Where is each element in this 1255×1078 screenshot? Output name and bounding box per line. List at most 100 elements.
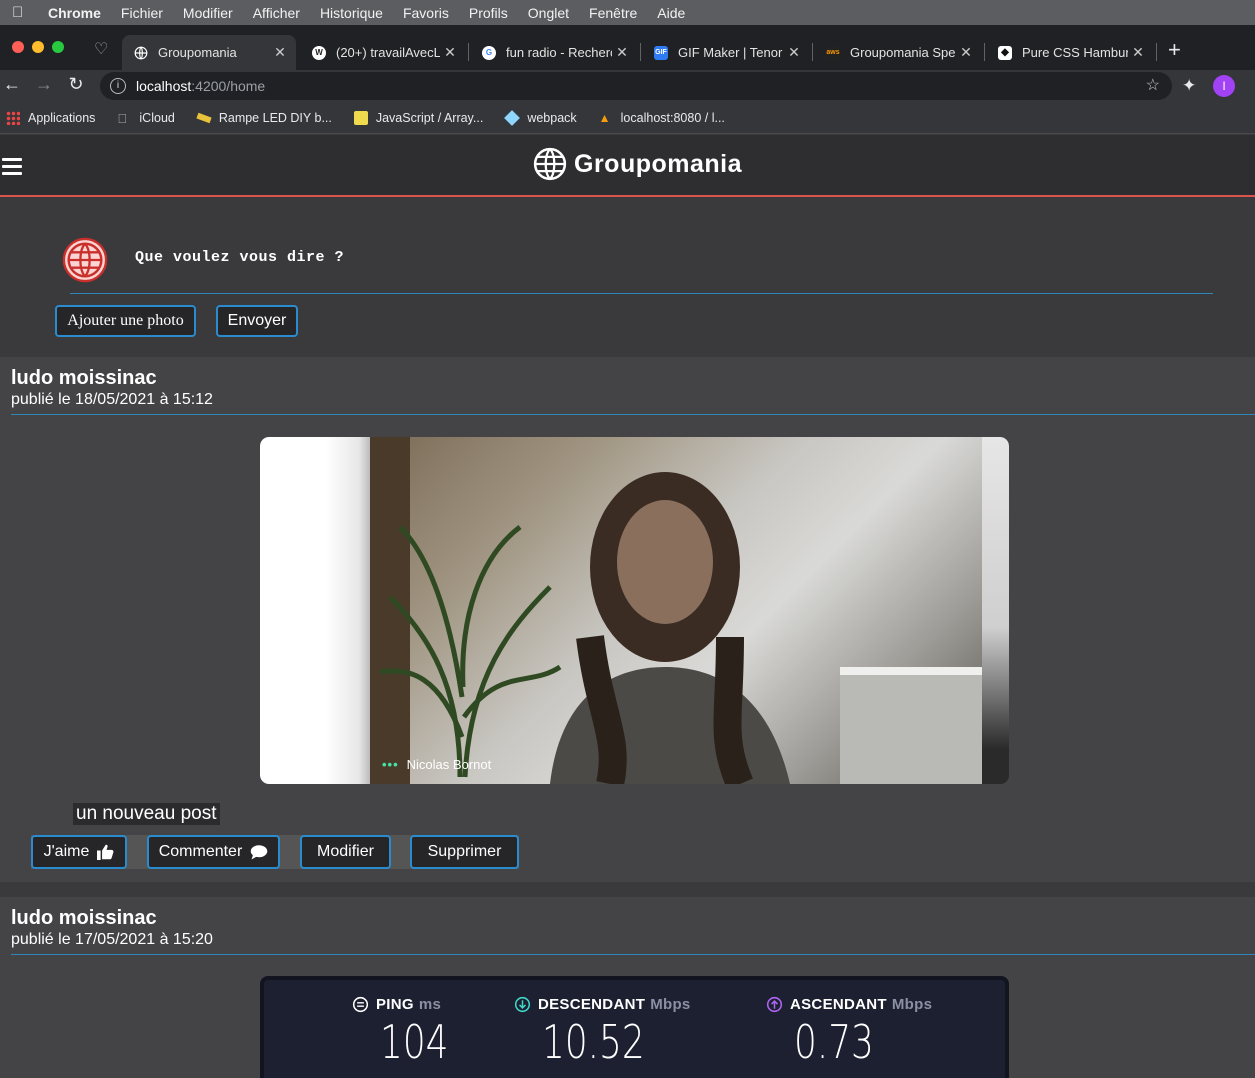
apple-icon: 	[117, 111, 131, 126]
bookmark-applications[interactable]: Applications	[0, 110, 96, 125]
post-body: un nouveau post	[73, 803, 220, 825]
close-tab-icon[interactable]: ✕	[440, 44, 460, 61]
close-tab-icon[interactable]: ✕	[270, 44, 290, 61]
codepen-icon: ◆	[998, 45, 1012, 60]
tab-title: fun radio - Recherc	[506, 45, 612, 60]
menu-fenetre[interactable]: Fenêtre	[589, 5, 637, 21]
google-icon: G	[482, 45, 496, 60]
participant-name: Nicolas Bornot	[406, 757, 492, 772]
delete-button[interactable]: Supprimer	[410, 835, 519, 869]
tab-pure-css-hamburger[interactable]: ◆ Pure CSS Hamburg ✕	[986, 35, 1154, 70]
extensions-puzzle-icon[interactable]: ✦	[1182, 76, 1196, 96]
tab-title: GIF Maker | Tenor	[678, 45, 783, 60]
video-caption: ••• Nicolas Bornot	[382, 757, 491, 772]
metric-value: 104	[380, 1015, 449, 1069]
tab-title: Groupomania	[158, 45, 237, 60]
bookmark-localhost-8080[interactable]: ▲ localhost:8080 / l...	[593, 111, 725, 125]
bookmark-label: localhost:8080 / l...	[620, 110, 725, 125]
apple-logo-icon[interactable]: 	[12, 4, 30, 21]
comment-label: Commenter	[158, 843, 243, 860]
add-photo-button[interactable]: Ajouter une photo	[55, 305, 196, 337]
menu-historique[interactable]: Historique	[320, 5, 383, 21]
heart-icon[interactable]: ♡	[94, 39, 108, 59]
close-tab-icon[interactable]: ✕	[1128, 44, 1148, 61]
js-icon	[353, 110, 368, 125]
compose-box: Que voulez vous dire ? Ajouter une photo…	[0, 199, 1255, 355]
bookmark-webpack[interactable]: webpack	[499, 109, 577, 126]
bookmark-label: Applications	[28, 110, 96, 125]
tab-groupomania-spec[interactable]: aws Groupomania Spec ✕	[814, 35, 982, 70]
hamburger-menu-icon[interactable]	[2, 158, 22, 179]
compose-input[interactable]: Que voulez vous dire ?	[135, 249, 344, 266]
bookmark-label: webpack	[527, 110, 577, 125]
post-image-speedtest: PING ms 104 DESCENDANT Mbps 10.52 ASCEND…	[260, 976, 1009, 1078]
bookmark-rampe-led[interactable]: Rampe LED DIY b...	[191, 111, 332, 125]
tab-fun-radio[interactable]: G fun radio - Recherc ✕	[470, 35, 638, 70]
forward-arrow-icon[interactable]: →	[32, 74, 56, 95]
more-dots-icon: •••	[382, 757, 399, 772]
url-path: :4200/home	[191, 78, 266, 94]
reload-icon[interactable]: ↻	[64, 74, 88, 95]
post-image: ••• Nicolas Bornot	[260, 437, 1009, 784]
metric-value: 10.52	[542, 1015, 645, 1069]
apps-grid-icon	[6, 110, 20, 125]
bookmark-icloud[interactable]:  iCloud	[111, 110, 175, 126]
menu-favoris[interactable]: Favoris	[403, 5, 449, 21]
upload-icon	[766, 996, 783, 1013]
pma-icon: ▲	[598, 110, 611, 125]
address-bar[interactable]: i localhost:4200/home ☆	[100, 72, 1172, 100]
app-header: Groupomania	[0, 135, 1255, 197]
post-author: ludo moissinac	[11, 367, 157, 389]
menu-aide[interactable]: Aide	[657, 5, 685, 21]
new-tab-plus-icon[interactable]: +	[1168, 37, 1181, 63]
menu-afficher[interactable]: Afficher	[253, 5, 300, 21]
minimize-window-button[interactable]	[32, 41, 44, 53]
post-date: publié le 18/05/2021 à 15:12	[11, 391, 213, 408]
close-tab-icon[interactable]: ✕	[784, 44, 804, 61]
close-tab-icon[interactable]: ✕	[956, 44, 976, 61]
comment-button[interactable]: Commenter	[147, 835, 280, 869]
bookmark-javascript-array[interactable]: JavaScript / Array...	[348, 110, 483, 125]
metric-label: DESCENDANT	[538, 996, 646, 1013]
tab-gif-maker[interactable]: GIF GIF Maker | Tenor ✕	[642, 35, 810, 70]
bookmark-label: iCloud	[139, 110, 175, 125]
post-card: ludo moissinac publié le 18/05/2021 à 15…	[0, 357, 1255, 882]
url-host: localhost	[136, 78, 192, 94]
browser-toolbar: ← → ↻ i localhost:4200/home ☆ ✦ I	[0, 70, 1255, 102]
tab-travailavec[interactable]: W (20+) travailAvecLe ✕	[300, 35, 466, 70]
send-button[interactable]: Envoyer	[216, 305, 298, 337]
back-arrow-icon[interactable]: ←	[0, 74, 24, 95]
bookmark-star-icon[interactable]: ☆	[1146, 75, 1160, 95]
like-button[interactable]: J'aime	[31, 835, 127, 869]
webpack-icon	[504, 109, 521, 126]
profile-avatar[interactable]: I	[1213, 75, 1235, 97]
tab-title: Pure CSS Hamburg	[1022, 45, 1128, 60]
metric-unit: ms	[418, 996, 442, 1013]
menu-profils[interactable]: Profils	[469, 5, 508, 21]
metric-unit: Mbps	[891, 996, 933, 1013]
metric-label: PING	[376, 996, 414, 1013]
metric-label: ASCENDANT	[790, 996, 887, 1013]
menu-fichier[interactable]: Fichier	[121, 5, 163, 21]
edit-button[interactable]: Modifier	[300, 835, 391, 869]
tab-groupomania[interactable]: Groupomania ✕	[122, 35, 296, 70]
post-divider	[11, 414, 1255, 415]
download-icon	[514, 996, 531, 1013]
brand-name: Groupomania	[574, 149, 743, 178]
gif-icon: GIF	[654, 45, 668, 60]
like-label: J'aime	[43, 843, 90, 860]
close-window-button[interactable]	[12, 41, 24, 53]
menu-modifier[interactable]: Modifier	[183, 5, 233, 21]
menu-onglet[interactable]: Onglet	[528, 5, 569, 21]
close-tab-icon[interactable]: ✕	[612, 44, 632, 61]
speedtest-ping: PING ms 104	[352, 996, 468, 1069]
post-date: publié le 17/05/2021 à 15:20	[11, 931, 213, 948]
macos-menubar:  Chrome Fichier Modifier Afficher Histo…	[0, 0, 1255, 25]
bookmarks-bar: Applications  iCloud Rampe LED DIY b...…	[0, 102, 1255, 134]
brand-logo[interactable]: Groupomania	[533, 147, 742, 181]
wix-icon: W	[312, 45, 326, 60]
bookmark-label: Rampe LED DIY b...	[218, 110, 332, 125]
menu-chrome[interactable]: Chrome	[48, 5, 101, 21]
site-info-icon[interactable]: i	[110, 78, 126, 94]
maximize-window-button[interactable]	[52, 41, 64, 53]
